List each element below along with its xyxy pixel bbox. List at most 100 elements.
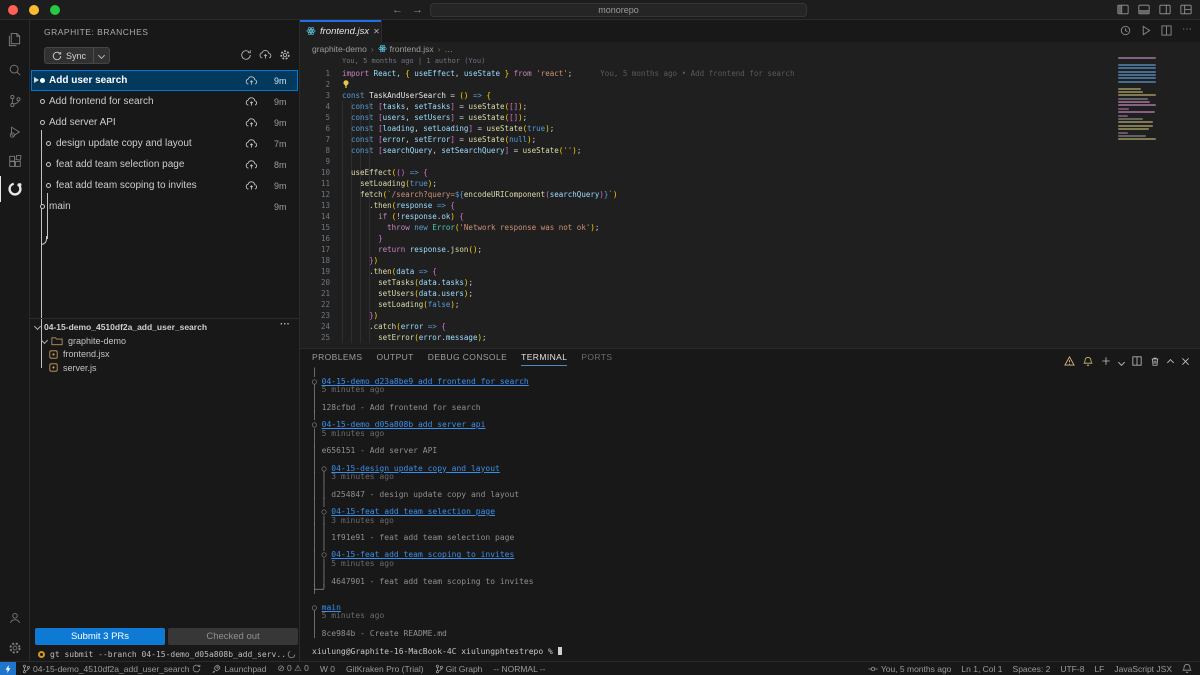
close-tab-icon[interactable]: ✕ xyxy=(373,27,380,36)
status-gitkraken[interactable]: GitKraken Pro (Trial) xyxy=(346,664,424,674)
line-number: 13 xyxy=(300,200,330,211)
git-blame-annotation: You, 5 months ago • Add frontend for sea… xyxy=(600,69,794,78)
panel-tab-ports[interactable]: PORTS xyxy=(581,349,612,366)
sync-dropdown-button[interactable] xyxy=(93,48,109,63)
status-notifications[interactable] xyxy=(1182,663,1192,674)
branch-row[interactable]: design update copy and layout7m xyxy=(31,133,298,154)
kill-terminal-icon[interactable] xyxy=(1150,356,1160,367)
split-terminal-icon[interactable] xyxy=(1132,356,1142,366)
close-window-button[interactable] xyxy=(8,5,18,15)
blame-toggle-icon[interactable] xyxy=(1120,25,1131,36)
line-number: 11 xyxy=(300,178,330,189)
status-indentation[interactable]: Spaces: 2 xyxy=(1013,664,1051,674)
tree-item-file[interactable]: frontend.jsx xyxy=(30,348,299,362)
more-actions-icon[interactable]: ··· xyxy=(280,319,290,330)
breadcrumb-item[interactable]: graphite-demo xyxy=(312,44,367,54)
accounts-icon[interactable] xyxy=(0,605,29,631)
terminal-warning-icon[interactable] xyxy=(1064,356,1075,366)
terminal-prompt[interactable]: xiulung@Graphite-16-MacBook-4C xiulungph… xyxy=(312,647,1190,656)
terminal-branch-link[interactable]: 04-15-feat_add_team_selection_page xyxy=(331,507,495,516)
chevron-down-icon[interactable] xyxy=(1119,352,1124,370)
branch-row[interactable]: Add user search9m xyxy=(31,70,298,91)
explorer-icon[interactable] xyxy=(0,26,29,52)
workspace-header[interactable]: 04-15-demo_4510df2a_add_user_search ··· xyxy=(30,319,299,334)
sidebar-title: GRAPHITE: BRANCHES xyxy=(44,27,148,37)
more-actions-icon[interactable]: ⋯ xyxy=(1182,25,1192,36)
status-launchpad[interactable]: Launchpad xyxy=(212,664,266,674)
cloud-upload-icon[interactable] xyxy=(259,49,272,61)
minimap[interactable] xyxy=(1118,57,1158,142)
zoom-window-button[interactable] xyxy=(50,5,60,15)
branch-icon xyxy=(435,664,443,674)
code-line: 13 .then(response => { xyxy=(300,200,1200,211)
panel-tab-terminal[interactable]: TERMINAL xyxy=(521,349,567,366)
status-cursor-position[interactable]: Ln 1, Col 1 xyxy=(961,664,1002,674)
source-control-icon[interactable] xyxy=(0,88,29,114)
codelens[interactable]: You, 5 months ago | 1 author (You) xyxy=(342,57,485,65)
run-debug-icon[interactable] xyxy=(0,119,29,145)
search-icon[interactable] xyxy=(0,57,29,83)
cloud-upload-icon[interactable] xyxy=(245,181,258,191)
history-back-icon[interactable]: ← xyxy=(392,3,403,17)
split-editor-icon[interactable] xyxy=(1161,25,1172,36)
graphite-icon[interactable] xyxy=(0,176,29,202)
new-terminal-icon[interactable] xyxy=(1101,356,1111,366)
terminal[interactable]: │○ 04-15-demo_d23a8be9_add_frontend_for_… xyxy=(312,369,1190,656)
extensions-icon[interactable] xyxy=(0,149,29,175)
bell-dot-icon[interactable] xyxy=(1083,356,1093,367)
minimap-line xyxy=(1118,104,1156,106)
cloud-upload-icon[interactable] xyxy=(245,97,258,107)
refresh-icon[interactable] xyxy=(240,49,252,61)
folder-icon xyxy=(51,336,63,346)
status-problems[interactable]: ⊘ 0 ⚠ 0 xyxy=(278,663,309,674)
panel-tab-debug-console[interactable]: DEBUG CONSOLE xyxy=(428,349,507,366)
cloud-upload-icon[interactable] xyxy=(245,160,258,170)
lightbulb-icon[interactable] xyxy=(342,79,350,89)
run-icon[interactable] xyxy=(1141,25,1151,36)
panel-tab-problems[interactable]: PROBLEMS xyxy=(312,349,362,366)
toggle-panel-icon[interactable] xyxy=(1138,4,1150,15)
branch-row[interactable]: feat add team selection page8m xyxy=(31,154,298,175)
status-vim-mode[interactable]: -- NORMAL -- xyxy=(493,664,545,674)
gear-icon[interactable] xyxy=(279,49,291,61)
code-editor[interactable]: You, 5 months ago | 1 author (You) 1impo… xyxy=(300,55,1200,348)
settings-gear-icon[interactable] xyxy=(0,635,29,661)
checked-out-button[interactable]: Checked out xyxy=(168,628,298,645)
toggle-secondary-sidebar-icon[interactable] xyxy=(1159,4,1171,15)
breadcrumb-item[interactable]: … xyxy=(444,44,453,54)
branch-time: 9m xyxy=(274,118,298,128)
line-number: 7 xyxy=(300,134,330,145)
tree-item-folder[interactable]: graphite-demo xyxy=(30,334,299,348)
cloud-upload-icon[interactable] xyxy=(245,139,258,149)
status-git-branch[interactable]: 04-15-demo_4510df2a_add_user_search xyxy=(22,664,201,674)
status-eslint[interactable]: W 0 xyxy=(320,664,335,674)
command-center[interactable]: monorepo xyxy=(430,3,807,17)
branch-row[interactable]: feat add team scoping to invites9m xyxy=(31,175,298,196)
tab-frontend-jsx[interactable]: frontend.jsx ✕ xyxy=(300,20,382,42)
branch-row[interactable]: Add frontend for search9m xyxy=(31,91,298,112)
branch-row[interactable]: main9m xyxy=(31,196,298,217)
submit-prs-button[interactable]: Submit 3 PRs xyxy=(35,628,165,645)
terminal-branch-link[interactable]: 04-15-demo_d05a808b_add_server_api xyxy=(322,420,486,429)
status-encoding[interactable]: UTF-8 xyxy=(1060,664,1084,674)
history-forward-icon[interactable]: → xyxy=(412,3,423,17)
cloud-upload-icon[interactable] xyxy=(245,118,258,128)
cloud-upload-icon[interactable] xyxy=(245,76,258,86)
customize-layout-icon[interactable] xyxy=(1180,4,1192,15)
commit-dot-icon xyxy=(40,120,45,125)
status-git-graph[interactable]: Git Graph xyxy=(435,664,483,674)
sync-button[interactable]: Sync xyxy=(44,47,110,64)
close-panel-icon[interactable] xyxy=(1181,357,1190,366)
branch-row[interactable]: Add server API9m xyxy=(31,112,298,133)
minimize-window-button[interactable] xyxy=(29,5,39,15)
remote-indicator[interactable] xyxy=(0,662,16,675)
terminal-line: │ ○ 04-15-design_update_copy_and_layout xyxy=(312,465,1190,474)
breadcrumb-item[interactable]: frontend.jsx xyxy=(378,44,434,54)
maximize-panel-icon[interactable] xyxy=(1168,352,1173,370)
panel-tab-output[interactable]: OUTPUT xyxy=(376,349,413,366)
status-blame-info[interactable]: You, 5 months ago xyxy=(868,664,952,674)
status-language-mode[interactable]: JavaScript JSX xyxy=(1114,664,1172,674)
toggle-sidebar-icon[interactable] xyxy=(1117,4,1129,15)
tree-item-file[interactable]: server.js xyxy=(30,361,299,375)
status-eol[interactable]: LF xyxy=(1094,664,1104,674)
